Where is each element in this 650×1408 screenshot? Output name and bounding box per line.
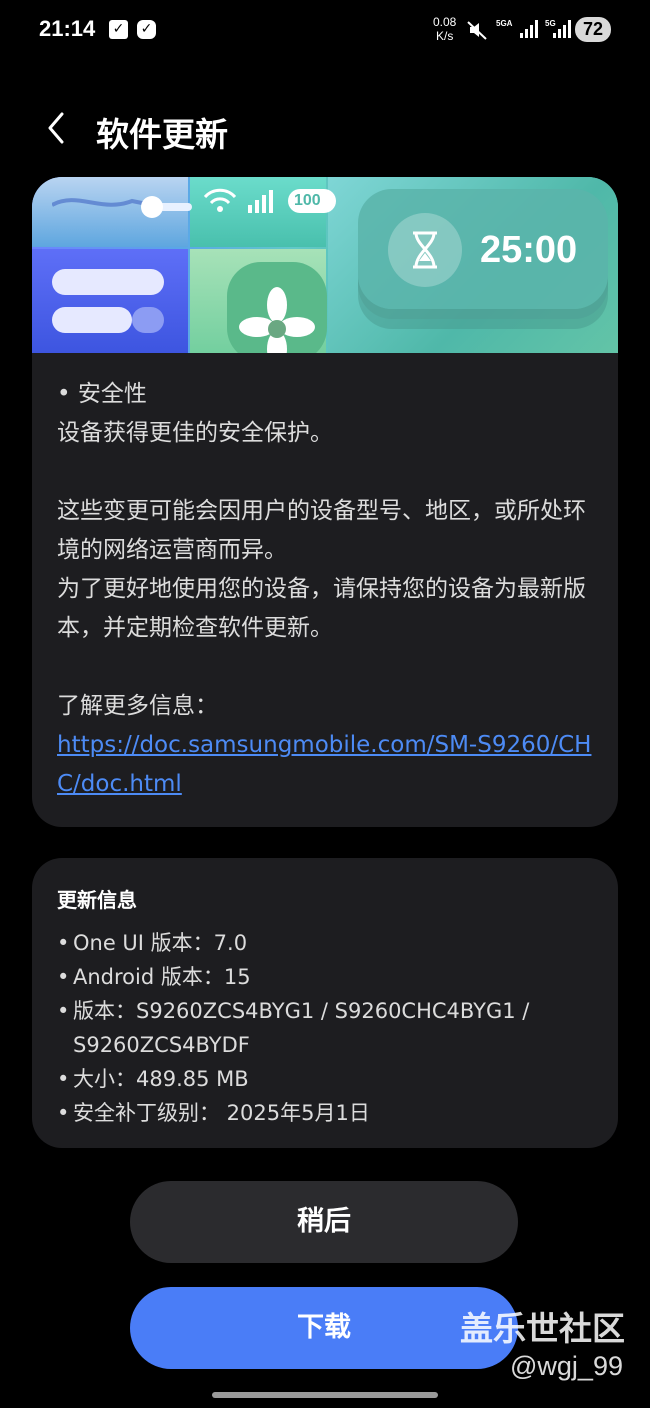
back-button[interactable] xyxy=(40,108,76,148)
software-update-screen: 21:14 ✓ ✓ 0.08 K/s 5GA 5G 72 软件更新 100 25… xyxy=(0,0,650,1408)
signal-strength-1-icon xyxy=(520,20,538,38)
release-notes-card: 100 25:00 • 安全性 设备获得更佳的安全保护。 这些变更可能会因用户的… xyxy=(32,177,618,827)
update-banner-illustration: 100 25:00 xyxy=(32,177,618,353)
list-item: • 版本：S9260ZCS4BYG1 / S9260CHC4BYG1 / S926… xyxy=(57,994,602,1062)
status-time: 21:14 xyxy=(39,16,96,41)
slider-graphic-icon xyxy=(52,196,192,218)
update-info-card: 更新信息 • One UI 版本：7.0 • Android 版本：15 • 版本：S… xyxy=(32,858,618,1148)
build-version: 版本：S9260ZCS4BYG1 / S9260CHC4BYG1 / S9260… xyxy=(73,999,530,1057)
security-section-title: • 安全性 xyxy=(57,381,147,407)
home-indicator[interactable] xyxy=(212,1392,438,1398)
flower-app-icon xyxy=(227,262,327,353)
watermark-site: 盖乐世社区 xyxy=(460,1309,625,1348)
signal-strength-2-icon xyxy=(553,20,571,38)
network-speed-unit: K/s xyxy=(436,29,454,43)
timer-widget: 25:00 xyxy=(358,189,608,309)
update-info-title: 更新信息 xyxy=(57,888,137,912)
battery-indicator: 72 xyxy=(575,17,611,42)
update-info-list: • One UI 版本：7.0 • Android 版本：15 • 版本：S9260Z… xyxy=(57,926,602,1130)
banner-battery: 100 xyxy=(288,189,336,213)
later-button[interactable]: 稍后 xyxy=(130,1181,518,1263)
list-item: • One UI 版本：7.0 xyxy=(57,926,602,960)
security-section-body: 设备获得更佳的安全保护。 xyxy=(57,420,333,446)
list-item: • Android 版本：15 xyxy=(57,960,602,994)
update-size: 大小：489.85 MB xyxy=(73,1067,249,1091)
android-version: Android 版本：15 xyxy=(73,965,251,989)
app-notification-icon: ✓ xyxy=(137,20,156,39)
security-patch-level: 安全补丁级别： 2025年5月1日 xyxy=(73,1101,370,1125)
checkbox-notification-icon: ✓ xyxy=(109,20,128,39)
hourglass-icon xyxy=(413,231,437,269)
signal-graphic-icon xyxy=(248,190,273,213)
wifi-icon xyxy=(203,188,237,212)
status-bar: 21:14 ✓ ✓ 0.08 K/s 5GA 5G 72 xyxy=(0,0,650,62)
network-speed: 0.08 K/s xyxy=(433,15,456,43)
watermark-user: @wgj_99 xyxy=(510,1351,623,1381)
timer-display: 25:00 xyxy=(480,229,578,271)
variation-notice: 这些变更可能会因用户的设备型号、地区，或所处环境的网络运营商而异。 xyxy=(57,498,586,563)
release-notes-text: • 安全性 设备获得更佳的安全保护。 这些变更可能会因用户的设备型号、地区，或所… xyxy=(57,375,602,804)
signal-1-label: 5GA xyxy=(496,19,513,28)
update-advice: 为了更好地使用您的设备，请保持您的设备为最新版本，并定期检查软件更新。 xyxy=(57,576,586,641)
more-info-label: 了解更多信息： xyxy=(57,693,218,719)
list-item: • 安全补丁级别： 2025年5月1日 xyxy=(57,1096,602,1130)
page-title: 软件更新 xyxy=(96,115,228,154)
list-item: • 大小：489.85 MB xyxy=(57,1062,602,1096)
network-speed-value: 0.08 xyxy=(433,15,457,29)
mute-icon xyxy=(467,21,487,40)
one-ui-version: One UI 版本：7.0 xyxy=(73,931,248,955)
chevron-left-icon xyxy=(48,112,64,144)
more-info-link[interactable]: https://doc.samsungmobile.com/SM-S9260/C… xyxy=(57,732,591,797)
